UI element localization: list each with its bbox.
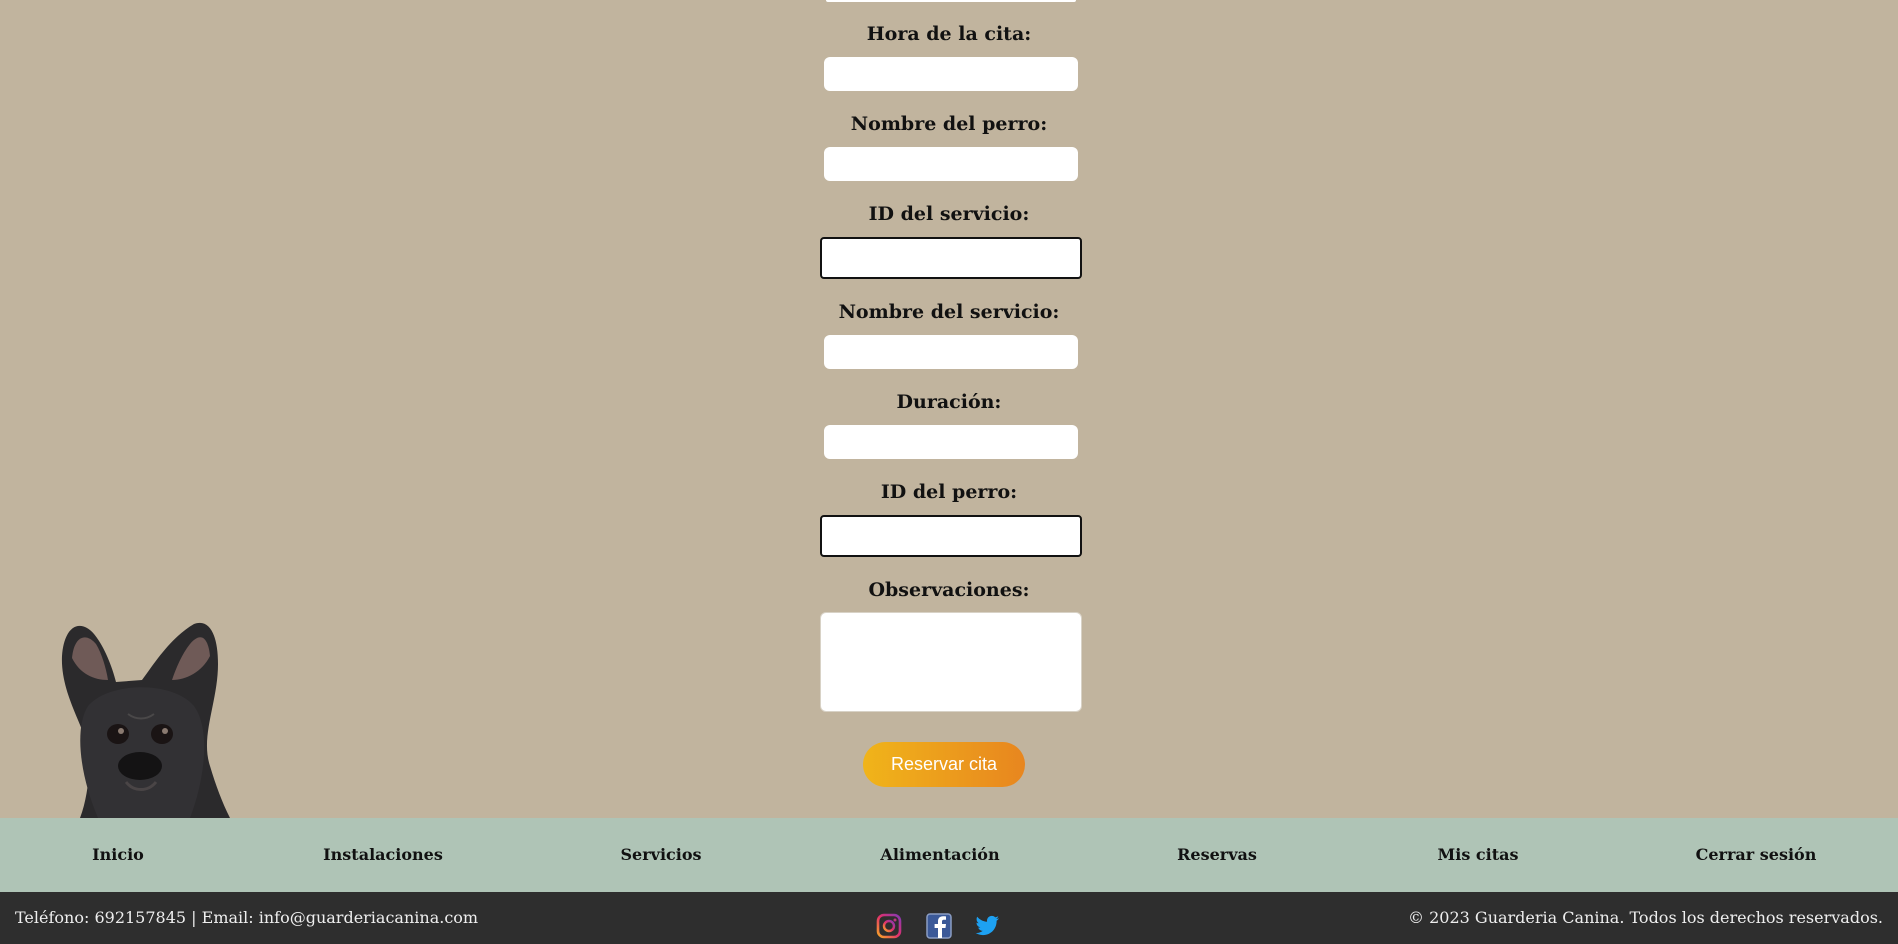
dog-id-label: ID del perro: [880,481,1018,503]
duration-label: Duración: [896,391,1002,413]
nav-item-instalaciones[interactable]: Instalaciones [323,818,443,892]
service-id-input[interactable] [820,237,1082,279]
appointment-time-label: Hora de la cita: [866,23,1032,45]
nav-item-cerrar-sesion[interactable]: Cerrar sesión [1696,818,1817,892]
nav-item-inicio[interactable]: Inicio [92,818,144,892]
service-name-input[interactable] [824,335,1078,369]
duration-input[interactable] [824,425,1078,459]
nav-item-servicios[interactable]: Servicios [620,818,701,892]
footer-contact: Teléfono: 692157845 | Email: info@guarde… [15,908,479,927]
nav-item-reservas[interactable]: Reservas [1177,818,1257,892]
instagram-icon[interactable] [875,912,903,940]
dog-name-label: Nombre del perro: [850,113,1048,135]
appointment-form: Hora de la cita: Nombre del perro: ID de… [0,0,1898,818]
nav-item-alimentacion[interactable]: Alimentación [880,818,999,892]
observations-textarea[interactable] [820,612,1082,712]
dog-id-input[interactable] [820,515,1082,557]
book-appointment-button[interactable]: Reservar cita [863,742,1025,787]
dog-name-input[interactable] [824,147,1078,181]
twitter-icon[interactable] [973,912,1001,940]
service-id-label: ID del servicio: [868,203,1030,225]
previous-field-edge[interactable] [826,0,1076,2]
footer-copyright: © 2023 Guarderia Canina. Todos los derec… [1408,908,1883,927]
main-navigation: Inicio Instalaciones Servicios Alimentac… [0,818,1898,892]
appointment-time-input[interactable] [824,57,1078,91]
service-name-label: Nombre del servicio: [838,301,1060,323]
observations-label: Observaciones: [868,579,1030,601]
facebook-icon[interactable] [925,912,953,940]
nav-item-mis-citas[interactable]: Mis citas [1438,818,1519,892]
french-bulldog-image [61,622,230,818]
